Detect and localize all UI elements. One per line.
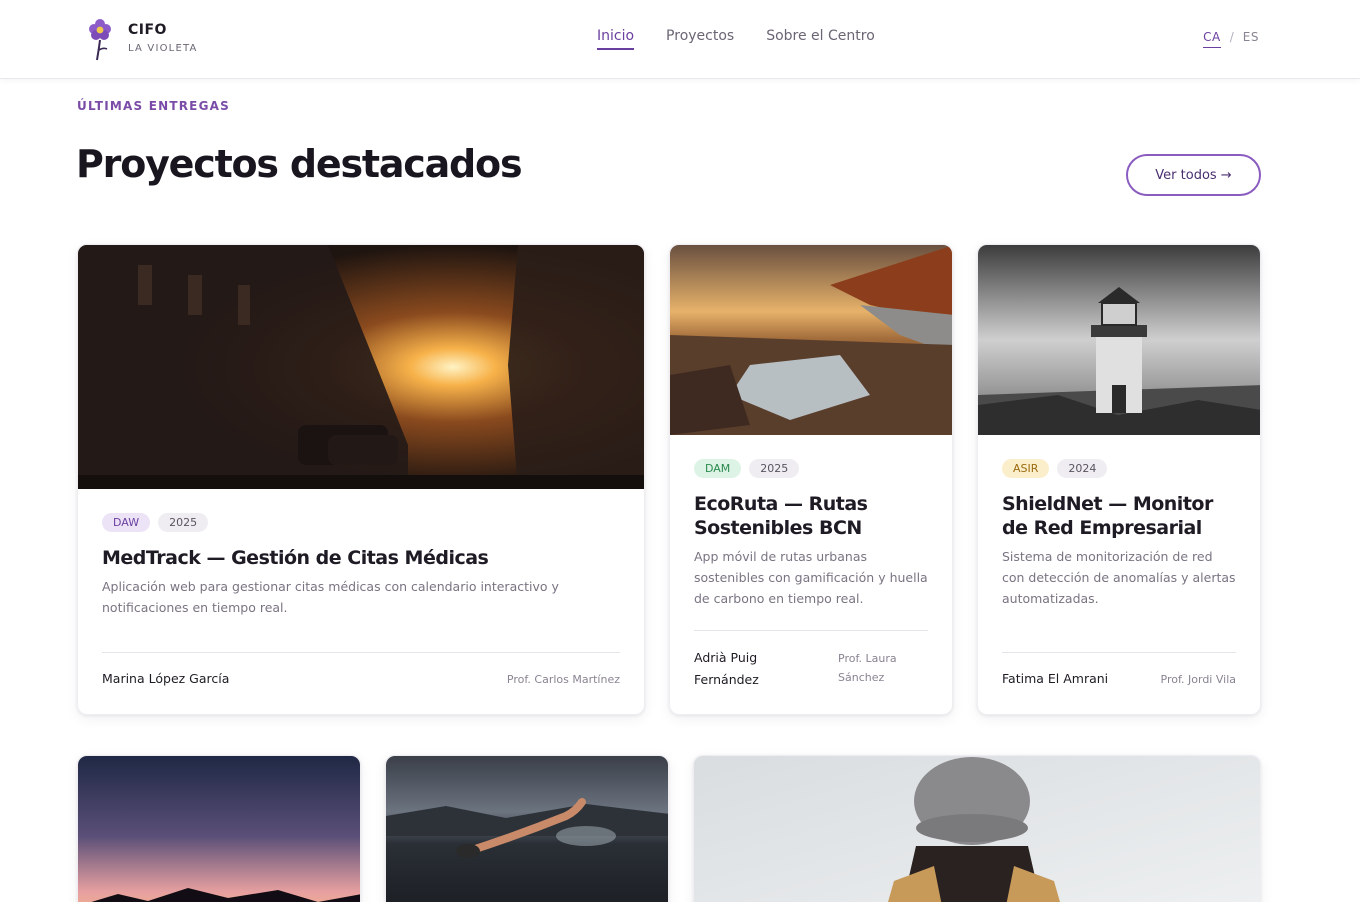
project-card-ecoruta[interactable]: DAM 2025 EcoRuta — Rutas Sostenibles BCN… xyxy=(669,244,953,715)
card-title[interactable]: EcoRuta — Rutas Sostenibles BCN xyxy=(694,492,928,540)
lang-separator: / xyxy=(1229,30,1234,44)
project-image-street-sunset xyxy=(78,245,644,489)
project-image-winter-hat xyxy=(694,756,1260,902)
nav-item-inicio[interactable]: Inicio xyxy=(597,28,635,50)
project-image-mountain-dusk xyxy=(78,756,360,902)
view-all-button[interactable]: Ver todos → xyxy=(1126,154,1261,196)
card-description: Sistema de monitorización de red con det… xyxy=(1002,549,1236,606)
lang-es[interactable]: ES xyxy=(1243,30,1259,48)
card-description: App móvil de rutas urbanas sostenibles c… xyxy=(694,549,928,606)
card-author: Adrià Puig Fernández xyxy=(694,650,759,687)
site-header: CIFO LA VIOLETA Inicio Proyectos Sobre e… xyxy=(0,0,1360,79)
tag-badge: DAW xyxy=(102,513,151,532)
project-card-medtrack[interactable]: DAW 2025 MedTrack — Gestión de Citas Méd… xyxy=(77,244,645,715)
project-card-winter-hat[interactable] xyxy=(693,755,1261,902)
card-title[interactable]: ShieldNet — Monitor de Red Empresarial xyxy=(1002,492,1236,540)
project-image-lighthouse xyxy=(978,245,1260,435)
page-title: Proyectos destacados xyxy=(76,142,523,186)
tag-badge: ASIR xyxy=(1002,459,1050,478)
card-teacher: Prof. Jordi Vila xyxy=(1160,673,1237,686)
card-description: Aplicación web para gestionar citas médi… xyxy=(102,579,559,615)
main-nav: Inicio Proyectos Sobre el Centro xyxy=(597,28,875,50)
card-teacher: Prof. Laura Sánchez xyxy=(838,652,897,684)
year-badge: 2025 xyxy=(158,513,209,532)
lang-ca[interactable]: CA xyxy=(1203,30,1221,48)
card-author: Fatima El Amrani xyxy=(1002,671,1109,686)
violet-flower-icon xyxy=(89,19,111,61)
language-switcher: CA / ES xyxy=(1203,30,1259,48)
card-teacher: Prof. Carlos Martínez xyxy=(506,673,620,686)
tag-badge: DAM xyxy=(694,459,742,478)
site-logo[interactable]: CIFO LA VIOLETA xyxy=(88,18,198,62)
card-title[interactable]: MedTrack — Gestión de Citas Médicas xyxy=(102,546,620,570)
nav-item-proyectos[interactable]: Proyectos xyxy=(666,28,734,50)
project-card-mountain-dusk[interactable] xyxy=(77,755,361,902)
project-image-road-landscape xyxy=(670,245,952,435)
logo-subtitle: LA VIOLETA xyxy=(128,43,198,54)
year-badge: 2025 xyxy=(749,459,800,478)
project-card-swimmer[interactable] xyxy=(385,755,669,902)
card-author: Marina López García xyxy=(102,671,230,686)
year-badge: 2024 xyxy=(1057,459,1108,478)
logo-title: CIFO xyxy=(128,22,167,38)
nav-item-sobre-el-centro[interactable]: Sobre el Centro xyxy=(766,28,875,50)
section-eyebrow: ÚLTIMAS ENTREGAS xyxy=(77,99,230,113)
project-image-swimmer xyxy=(386,756,668,902)
project-card-shieldnet[interactable]: ASIR 2024 ShieldNet — Monitor de Red Emp… xyxy=(977,244,1261,715)
